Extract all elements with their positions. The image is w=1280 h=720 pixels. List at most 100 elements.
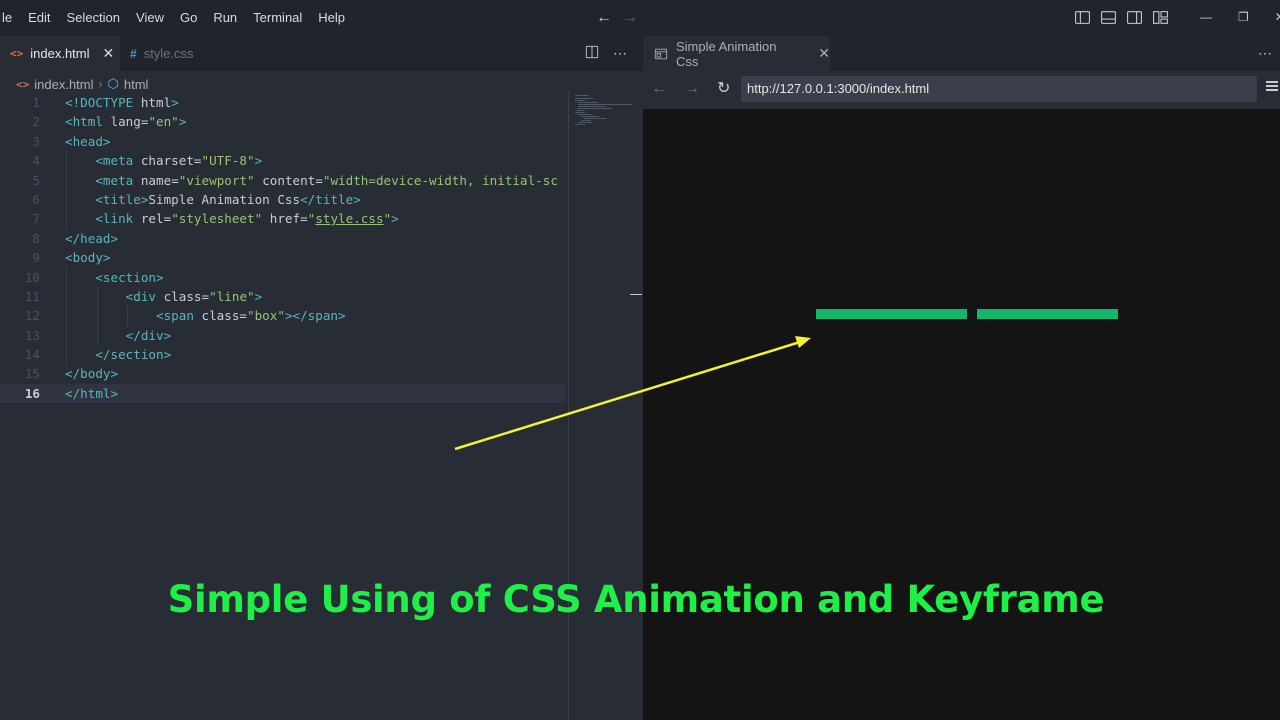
tab-style-css[interactable]: # style.css: [120, 36, 204, 71]
close-icon[interactable]: ✕: [818, 45, 830, 62]
html-file-icon: <>: [16, 77, 30, 91]
code-text: </html>: [65, 385, 119, 401]
html-file-icon: <>: [10, 47, 24, 60]
code-line[interactable]: 8 </head>: [0, 229, 566, 248]
line-number: 7: [32, 211, 40, 227]
code-editor[interactable]: 1 <!DOCTYPE html> 2 <html lang="en"> 3 <head>…: [0, 93, 566, 404]
reload-icon[interactable]: ↻: [717, 80, 730, 98]
code-line[interactable]: 7 <link rel="stylesheet" href="style.css…: [0, 209, 566, 229]
menu-item-selection[interactable]: Selection: [59, 0, 128, 36]
minimap-line: [575, 124, 585, 125]
history-navigation: ← →: [596, 8, 638, 28]
forward-arrow-icon[interactable]: →: [622, 8, 638, 28]
menu-item-terminal[interactable]: Terminal: [245, 0, 310, 36]
toggle-secondary-sidebar-icon[interactable]: [1126, 9, 1143, 26]
line-number: 8: [32, 230, 40, 246]
browser-tab-bar: Simple Animation Css ✕ ⋯: [643, 36, 1280, 71]
code-line[interactable]: 1 <!DOCTYPE html>: [0, 93, 566, 112]
close-window-icon[interactable]: ✕: [1275, 10, 1280, 24]
code-line[interactable]: 4 <meta charset="UTF-8">: [0, 151, 566, 171]
line-number: 6: [32, 191, 40, 207]
toggle-primary-sidebar-icon[interactable]: [1074, 9, 1091, 26]
code-text: <!DOCTYPE html>: [65, 95, 179, 110]
css-file-icon: #: [130, 46, 137, 61]
breadcrumb-symbol[interactable]: html: [124, 77, 149, 92]
code-text: <html lang="en">: [65, 114, 187, 130]
code-text: <meta name="viewport" content="width=dev…: [95, 172, 558, 188]
code-text: <meta charset="UTF-8">: [95, 153, 263, 169]
code-text: </section>: [95, 347, 172, 363]
minimize-icon[interactable]: —: [1200, 10, 1212, 24]
code-line[interactable]: 14 </section>: [0, 345, 566, 365]
menu-bar: le Edit Selection View Go Run Terminal Help: [0, 0, 353, 36]
tab-label: index.html: [30, 46, 90, 61]
minimap-line: [578, 108, 612, 109]
minimap-line: [575, 110, 585, 111]
code-text: <body>: [65, 250, 111, 266]
code-text: <link rel="stylesheet" href="style.css">: [95, 211, 399, 227]
line-number: 13: [24, 327, 40, 343]
breadcrumb: <> index.html › ⬡ html: [16, 74, 148, 94]
line-number: 11: [24, 288, 40, 304]
menu-item-run[interactable]: Run: [205, 0, 245, 36]
more-actions-icon[interactable]: ⋯: [1258, 45, 1272, 62]
code-line[interactable]: 10 <section>: [0, 267, 566, 287]
line-number: 9: [32, 250, 40, 266]
browser-tab-icon: [654, 48, 668, 59]
minimap-line: [575, 112, 585, 113]
minimap-line: [575, 98, 593, 99]
breadcrumb-file[interactable]: index.html: [34, 77, 93, 92]
line-number: 3: [32, 133, 40, 149]
menu-item-edit[interactable]: Edit: [20, 0, 58, 36]
code-line[interactable]: 11 <div class="line">: [0, 286, 566, 307]
restore-icon[interactable]: ❐: [1238, 10, 1249, 24]
more-actions-icon[interactable]: ⋯: [613, 45, 627, 62]
hamburger-menu-icon[interactable]: [1266, 81, 1278, 93]
tab-index-html[interactable]: <> index.html ✕: [0, 36, 120, 71]
code-line[interactable]: 6 <title>Simple Animation Css</title>: [0, 189, 566, 210]
chevron-right-icon: ›: [98, 77, 103, 91]
minimap-line: [578, 114, 592, 115]
video-caption: Simple Using of CSS Animation and Keyfra…: [167, 578, 1105, 621]
line-number: 10: [24, 269, 40, 285]
code-line[interactable]: 15 </body>: [0, 364, 566, 383]
code-line[interactable]: 5 <meta name="viewport" content="width=d…: [0, 170, 566, 190]
menu-item-le[interactable]: le: [0, 0, 20, 36]
customize-layout-icon[interactable]: [1152, 9, 1169, 26]
line-number: 2: [32, 114, 40, 130]
menu-item-go[interactable]: Go: [172, 0, 205, 36]
code-text: </head>: [65, 230, 119, 246]
open-preview-icon[interactable]: [585, 45, 599, 59]
code-line[interactable]: 12 <span class="box"></span>: [0, 306, 566, 326]
editor-tab-bar: <> index.html ✕ # style.css ⋯: [0, 36, 643, 71]
element-symbol-icon: ⬡: [107, 76, 119, 91]
scrollbar-marker[interactable]: [630, 294, 642, 295]
code-line[interactable]: 2 <html lang="en">: [0, 112, 566, 131]
back-arrow-icon[interactable]: ←: [596, 8, 612, 28]
minimap[interactable]: [568, 91, 643, 720]
code-line[interactable]: 9 <body>: [0, 248, 566, 267]
forward-arrow-icon[interactable]: →: [684, 80, 700, 98]
url-input[interactable]: http://127.0.0.1:3000/index.html: [741, 76, 1257, 102]
back-arrow-icon[interactable]: ←: [651, 80, 667, 98]
code-line[interactable]: 3 <head>: [0, 132, 566, 151]
toggle-panel-icon[interactable]: [1100, 9, 1117, 26]
code-line[interactable]: 16 </html>: [0, 383, 566, 404]
code-text: <div class="line">: [125, 288, 263, 304]
tab-simple-animation-css[interactable]: Simple Animation Css ✕: [643, 36, 830, 71]
minimap-line: [575, 100, 585, 101]
code-text: </div>: [125, 327, 172, 343]
menu-item-view[interactable]: View: [128, 0, 172, 36]
code-text: <section>: [95, 269, 164, 285]
minimap-line: [581, 120, 591, 121]
code-line[interactable]: 13 </div>: [0, 325, 566, 346]
minimap-line: [581, 116, 599, 117]
animated-line-segment: [816, 309, 967, 319]
browser-tab-label: Simple Animation Css: [675, 38, 777, 69]
menu-item-help[interactable]: Help: [310, 0, 353, 36]
close-icon[interactable]: ✕: [103, 45, 115, 62]
line-number: 15: [24, 366, 40, 382]
tab-label: style.css: [143, 46, 194, 61]
line-number: 14: [24, 347, 40, 363]
browser-toolbar: ← → ↻ http://127.0.0.1:3000/index.html: [643, 71, 1280, 109]
